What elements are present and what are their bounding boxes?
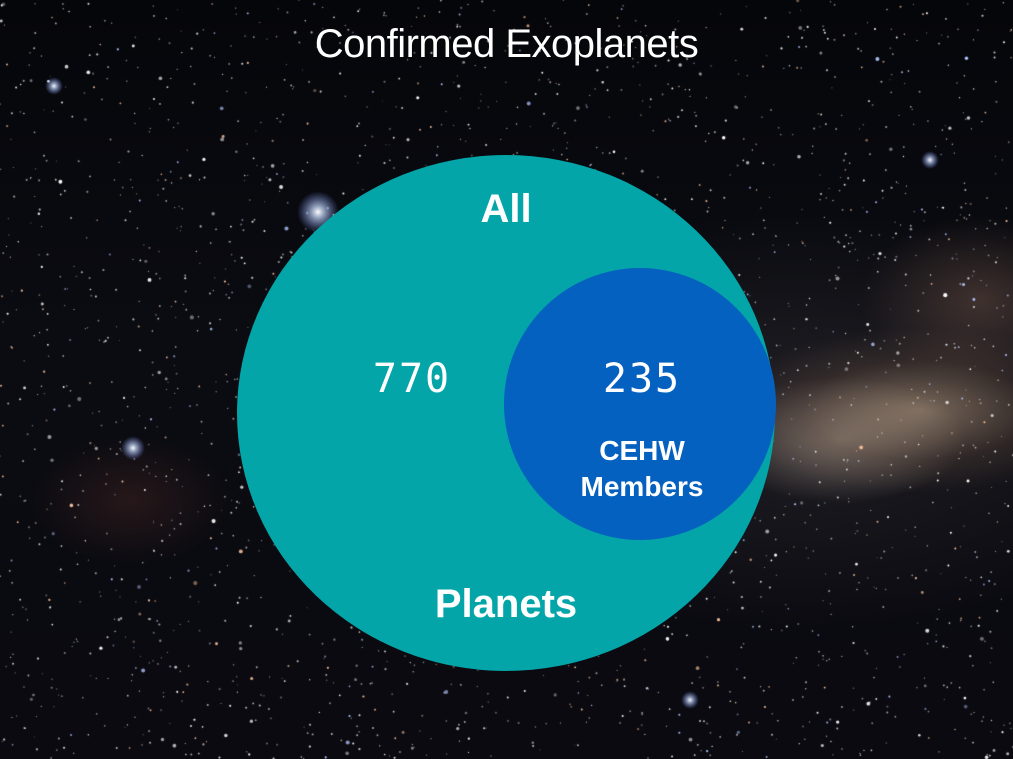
members-count: 235 [602,356,682,402]
planets-label: Planets [434,582,578,626]
slide-title: Confirmed Exoplanets [314,22,699,66]
all-label: All [480,187,532,231]
members-label: CEHW Members [552,433,732,505]
members-label-line2: Members [580,471,704,502]
all-planets-count: 770 [372,356,452,402]
slide: Confirmed Exoplanets All 770 235 CEHW Me… [0,0,1013,759]
members-label-line1: CEHW [599,435,685,466]
